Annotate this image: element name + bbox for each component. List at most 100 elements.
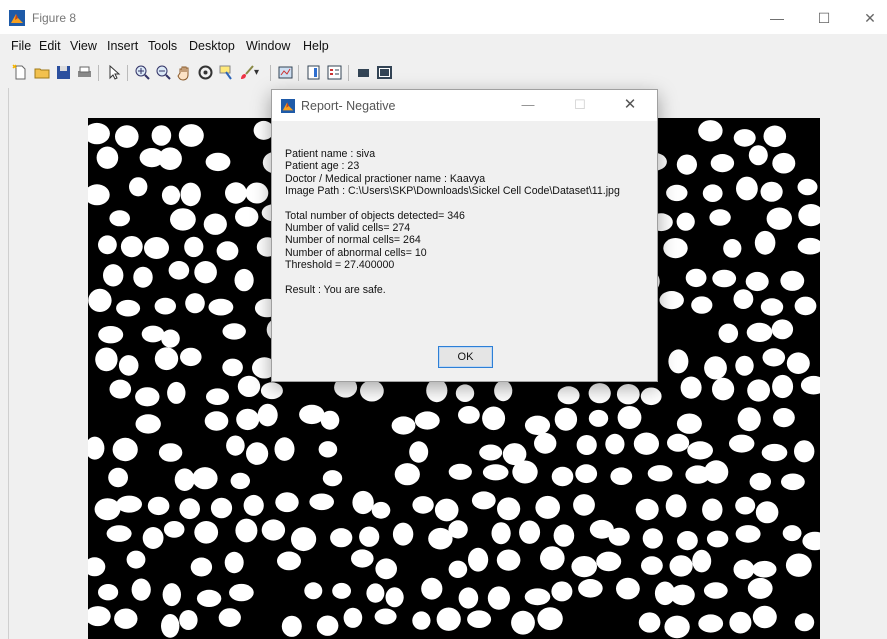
cell-blob (588, 383, 611, 404)
brush-dropdown-icon[interactable]: ▾ (254, 64, 271, 81)
cell-blob (192, 467, 218, 490)
cell-blob (194, 521, 219, 544)
cell-blob (141, 325, 165, 343)
cell-blob (351, 549, 374, 568)
result: Result : You are safe. (285, 283, 386, 296)
cell-blob (771, 319, 794, 340)
cell-blob (467, 610, 492, 628)
new-figure-icon[interactable] (12, 64, 29, 81)
minimize-button[interactable]: — (762, 7, 792, 29)
cell-blob (511, 610, 535, 635)
cell-blob (133, 266, 153, 288)
normal-cells: Number of normal cells= 264 (285, 234, 421, 247)
edit-plot-icon[interactable] (105, 64, 122, 81)
cell-blob (676, 413, 702, 434)
cell-blob (576, 435, 597, 455)
cell-blob (718, 323, 739, 343)
cell-blob (210, 497, 233, 519)
menu-window[interactable]: Window (246, 39, 290, 53)
pan-icon[interactable] (176, 64, 193, 81)
print-icon[interactable] (76, 64, 93, 81)
cell-blob (163, 521, 185, 538)
cell-blob (180, 182, 201, 207)
cell-blob (748, 145, 768, 166)
link-plot-icon[interactable] (277, 64, 294, 81)
menu-help[interactable]: Help (303, 39, 329, 53)
matlab-icon (281, 99, 295, 113)
menu-desktop[interactable]: Desktop (189, 39, 235, 53)
abnormal-cells: Number of abnormal cells= 10 (285, 246, 427, 259)
cell-blob (800, 375, 820, 395)
cell-blob (665, 494, 687, 518)
cell-blob (798, 204, 820, 227)
dialog-minimize-button[interactable]: — (515, 94, 541, 116)
cell-blob (553, 524, 575, 547)
ok-button[interactable]: OK (438, 346, 493, 368)
cell-blob (161, 329, 180, 348)
cell-blob (185, 293, 205, 314)
toolbar-separator (298, 65, 299, 81)
cell-blob (216, 241, 239, 261)
cell-blob (412, 496, 434, 514)
cell-blob (414, 411, 440, 430)
cell-blob (617, 406, 642, 429)
cell-blob (698, 614, 724, 633)
cell-blob (106, 525, 132, 542)
hide-plot-tools-icon[interactable] (355, 64, 372, 81)
zoom-out-icon[interactable] (155, 64, 172, 81)
data-cursor-icon[interactable] (218, 64, 235, 81)
cell-blob (261, 519, 286, 541)
report-text: Patient name : siva Patient age : 23 Doc… (285, 148, 620, 296)
cell-blob (129, 177, 148, 197)
maximize-button[interactable]: ☐ (809, 7, 839, 29)
cell-blob (371, 501, 391, 519)
cell-blob (120, 236, 143, 258)
cell-blob (448, 463, 472, 480)
cell-blob (781, 473, 805, 491)
insert-colorbar-icon[interactable] (305, 64, 322, 81)
cell-blob (640, 387, 662, 406)
cell-blob (797, 237, 820, 255)
cell-blob (205, 152, 231, 172)
cell-blob (762, 348, 786, 367)
cell-blob (773, 408, 795, 428)
close-button[interactable]: ✕ (855, 7, 885, 29)
cell-blob (512, 460, 538, 484)
cell-blob (735, 496, 756, 515)
open-file-icon[interactable] (34, 64, 51, 81)
menu-insert[interactable]: Insert (107, 39, 138, 53)
cell-blob (571, 556, 597, 578)
cell-blob (184, 236, 204, 258)
cell-blob (332, 582, 351, 599)
cell-blob (330, 528, 353, 548)
cell-blob (647, 465, 673, 482)
cell-blob (733, 289, 754, 309)
menu-edit[interactable]: Edit (39, 39, 61, 53)
cell-blob (608, 527, 630, 546)
zoom-in-icon[interactable] (134, 64, 151, 81)
insert-legend-icon[interactable] (326, 64, 343, 81)
cell-blob (448, 520, 468, 539)
cell-blob (596, 551, 622, 572)
cell-blob (299, 404, 325, 425)
toolbar-separator (348, 65, 349, 81)
cell-blob (391, 416, 416, 435)
cell-blob (723, 239, 742, 258)
cell-blob (421, 577, 443, 600)
cell-blob (616, 384, 640, 405)
cell-blob (375, 558, 398, 580)
cell-blob (88, 184, 110, 206)
menu-tools[interactable]: Tools (148, 39, 177, 53)
show-plot-tools-icon[interactable] (376, 64, 393, 81)
cell-blob (534, 432, 557, 454)
menu-view[interactable]: View (70, 39, 97, 53)
save-icon[interactable] (55, 64, 72, 81)
cell-blob (218, 608, 241, 627)
cell-blob (204, 411, 229, 431)
cell-blob (206, 388, 229, 406)
cell-blob (412, 611, 431, 630)
menu-file[interactable]: File (11, 39, 31, 53)
rotate-3d-icon[interactable] (197, 64, 214, 81)
dialog-close-button[interactable]: ✕ (617, 94, 643, 116)
cell-blob (426, 378, 448, 403)
